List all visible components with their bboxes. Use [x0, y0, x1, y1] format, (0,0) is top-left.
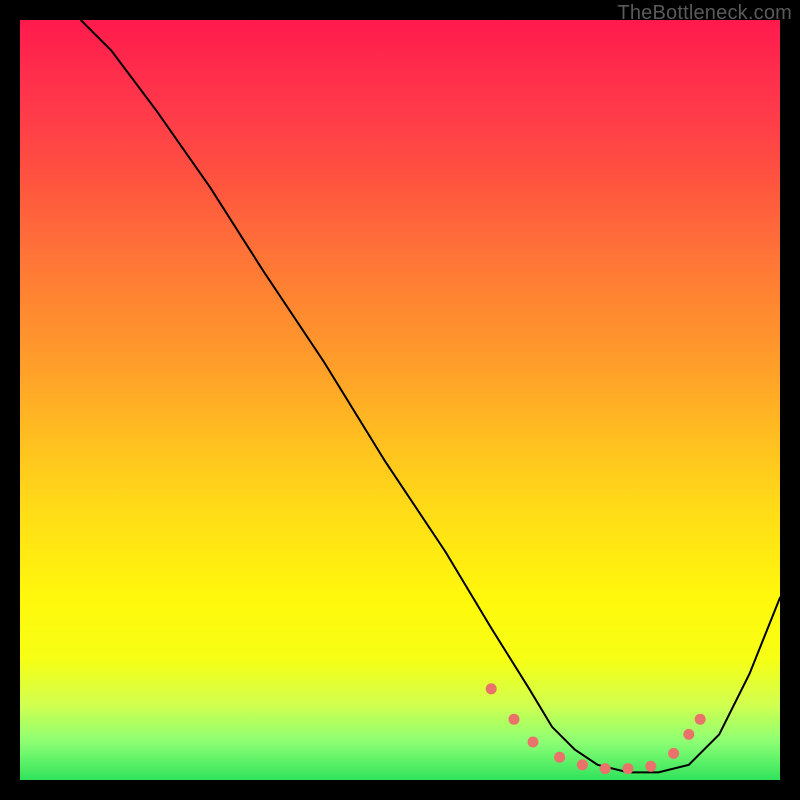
marker-dot [554, 752, 565, 763]
marker-dot [577, 759, 588, 770]
watermark-text: TheBottleneck.com [617, 2, 792, 25]
marker-dot [528, 737, 539, 748]
marker-dot [683, 729, 694, 740]
plot-area [20, 20, 780, 780]
marker-dot [623, 763, 634, 774]
chart-frame: TheBottleneck.com [0, 0, 800, 800]
chart-svg [20, 20, 780, 780]
marker-dot [600, 763, 611, 774]
bottleneck-curve-path [81, 20, 780, 772]
marker-dot [645, 761, 656, 772]
marker-group [486, 683, 706, 774]
marker-dot [668, 748, 679, 759]
marker-dot [509, 714, 520, 725]
marker-dot [486, 683, 497, 694]
marker-dot [695, 714, 706, 725]
